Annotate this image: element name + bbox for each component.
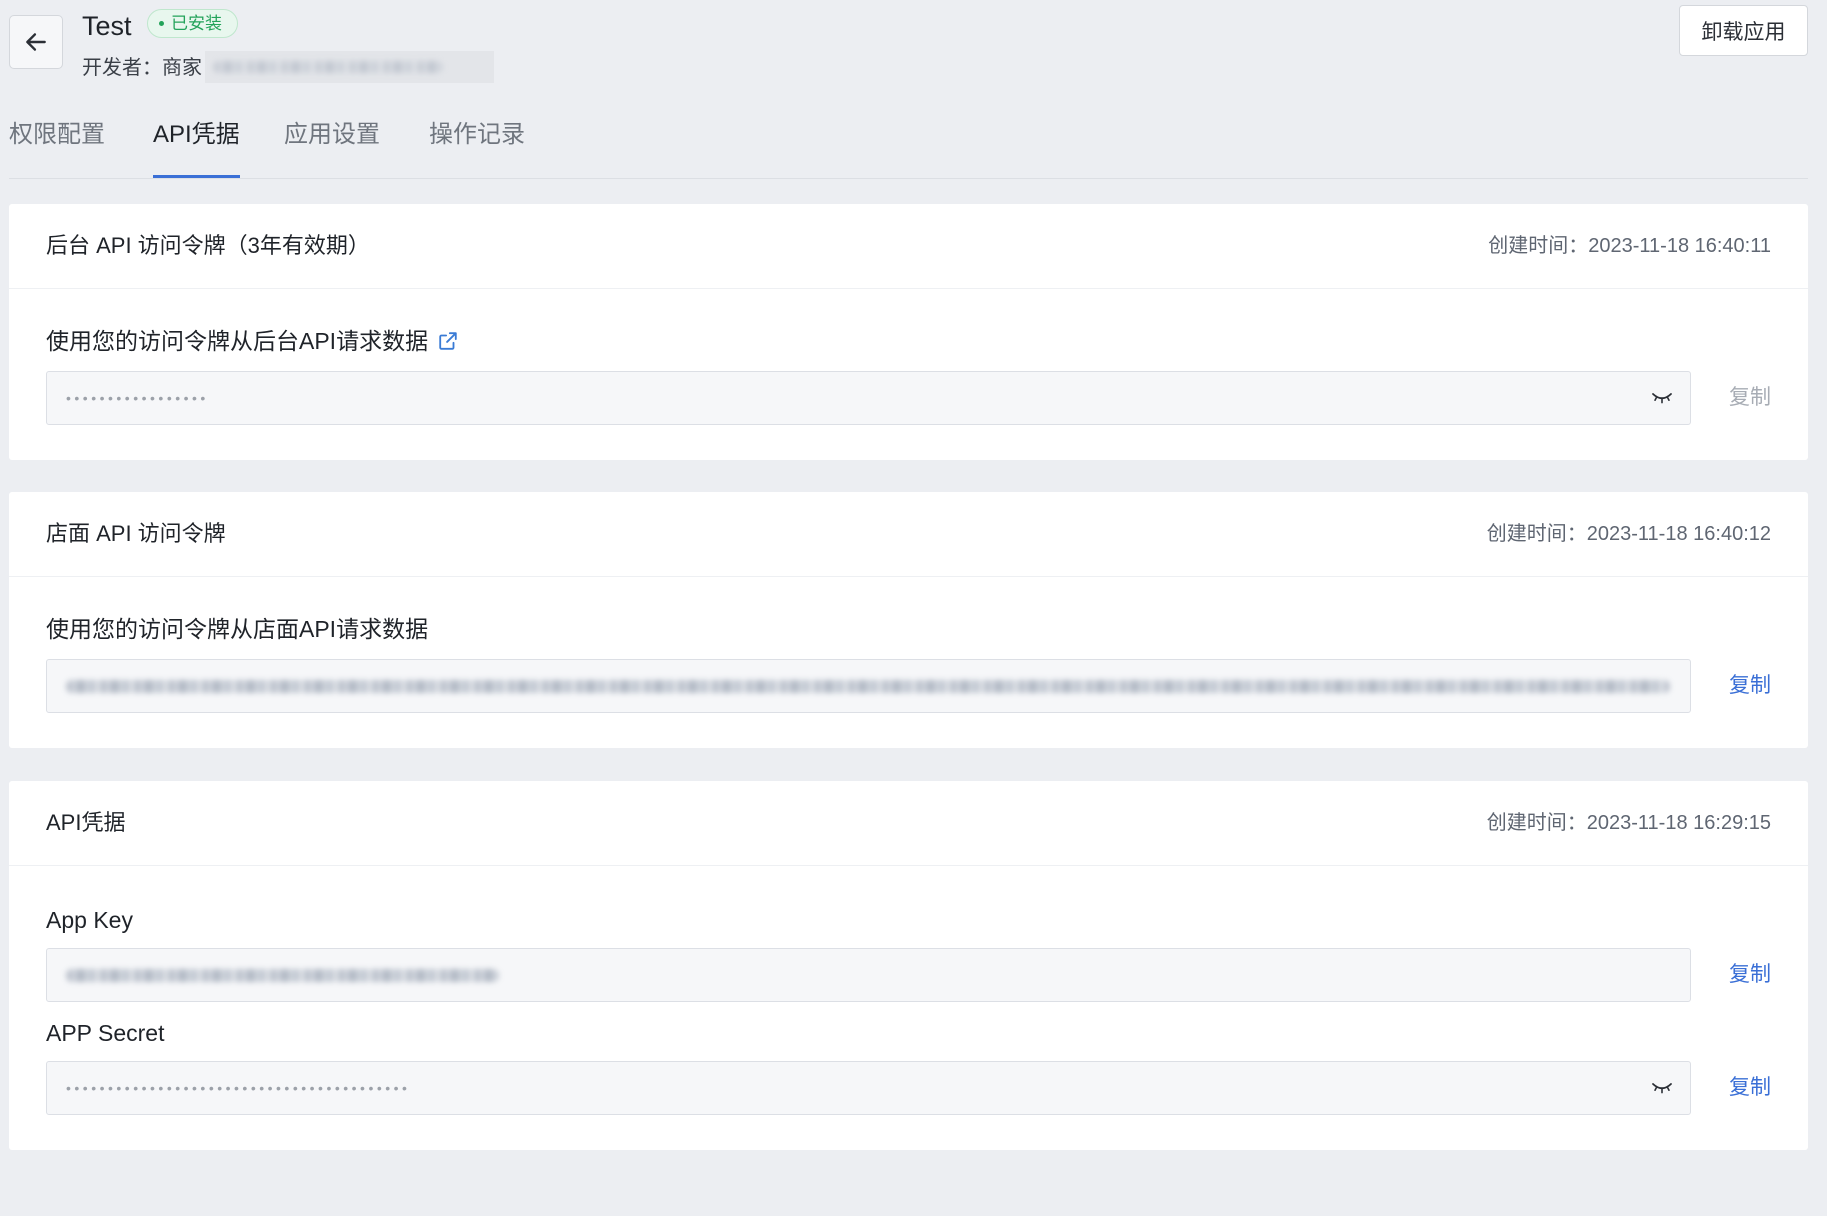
masked-app-secret: ••••••••••••••••••••••••••••••••••••••••…: [66, 1080, 411, 1096]
app-secret-row: ••••••••••••••••••••••••••••••••••••••••…: [46, 1061, 1771, 1115]
description-text: 使用您的访问令牌从后台API请求数据: [46, 328, 429, 354]
copy-app-secret-button[interactable]: 复制: [1729, 1075, 1771, 1101]
active-tab-indicator: [153, 175, 240, 178]
created-label: 创建时间：: [1486, 812, 1587, 834]
developer-info: 开发者：商家: [82, 57, 202, 79]
redaction-blur: [213, 61, 443, 73]
app-name: Test: [82, 11, 132, 41]
description-text: 使用您的访问令牌从店面API请求数据: [46, 616, 429, 642]
created-time: 创建时间：2023-11-18 16:40:12: [1487, 521, 1771, 547]
card-title: API凭据: [46, 810, 126, 835]
created-timestamp: 2023-11-18 16:29:15: [1586, 812, 1771, 834]
storefront-token-field[interactable]: [46, 659, 1691, 713]
tabs-divider: [9, 178, 1808, 179]
masked-token: •••••••••••••••••: [66, 390, 209, 406]
uninstall-button[interactable]: 卸载应用: [1679, 5, 1808, 56]
app-key-row: 复制: [46, 948, 1771, 1002]
tab-api-credentials[interactable]: API凭据: [153, 120, 240, 150]
redacted-token-blur: [66, 679, 1670, 693]
redacted-app-key-blur: [66, 968, 499, 982]
tab-permissions[interactable]: 权限配置: [9, 120, 105, 150]
card-description: 使用您的访问令牌从店面API请求数据: [46, 615, 428, 643]
external-link-icon[interactable]: [437, 330, 459, 352]
storefront-token-row: 复制: [46, 659, 1771, 713]
admin-api-token-card: 后台 API 访问令牌（3年有效期） 创建时间：2023-11-18 16:40…: [9, 204, 1808, 460]
status-badge-label: 已安装: [171, 13, 222, 33]
copy-app-key-button[interactable]: 复制: [1729, 962, 1771, 988]
card-header: 店面 API 访问令牌 创建时间：2023-11-18 16:40:12: [9, 492, 1808, 577]
storefront-api-token-card: 店面 API 访问令牌 创建时间：2023-11-18 16:40:12 使用您…: [9, 492, 1808, 748]
tab-activity-log[interactable]: 操作记录: [429, 120, 525, 150]
eye-closed-icon[interactable]: [1651, 1081, 1673, 1095]
created-timestamp: 2023-11-18 16:40:11: [1588, 235, 1771, 257]
created-time: 创建时间：2023-11-18 16:29:15: [1487, 810, 1771, 836]
created-timestamp: 2023-11-18 16:40:12: [1586, 523, 1771, 545]
status-dot-icon: [159, 21, 164, 26]
card-title: 后台 API 访问令牌（3年有效期）: [46, 233, 370, 258]
app-key-field[interactable]: [46, 948, 1691, 1002]
back-button[interactable]: [9, 15, 63, 69]
eye-closed-icon[interactable]: [1651, 391, 1673, 405]
admin-token-row: ••••••••••••••••• 复制: [46, 371, 1771, 425]
admin-token-field[interactable]: •••••••••••••••••: [46, 371, 1691, 425]
app-key-label: App Key: [46, 907, 133, 933]
card-header: 后台 API 访问令牌（3年有效期） 创建时间：2023-11-18 16:40…: [9, 204, 1808, 289]
card-description: 使用您的访问令牌从后台API请求数据: [46, 327, 459, 355]
created-label: 创建时间：: [1488, 235, 1589, 257]
created-label: 创建时间：: [1486, 523, 1587, 545]
app-secret-field[interactable]: ••••••••••••••••••••••••••••••••••••••••…: [46, 1061, 1691, 1115]
copy-admin-token-button[interactable]: 复制: [1729, 385, 1771, 411]
tab-app-settings[interactable]: 应用设置: [284, 120, 380, 150]
card-title: 店面 API 访问令牌: [46, 521, 226, 546]
redacted-developer-email: [205, 51, 494, 83]
status-badge: 已安装: [147, 9, 238, 38]
arrow-left-icon: [26, 33, 46, 51]
api-credentials-card: API凭据 创建时间：2023-11-18 16:29:15 App Key 复…: [9, 781, 1808, 1150]
copy-storefront-token-button[interactable]: 复制: [1729, 673, 1771, 699]
app-secret-label: APP Secret: [46, 1020, 165, 1046]
created-time: 创建时间：2023-11-18 16:40:11: [1488, 233, 1771, 259]
card-header: API凭据 创建时间：2023-11-18 16:29:15: [9, 781, 1808, 866]
